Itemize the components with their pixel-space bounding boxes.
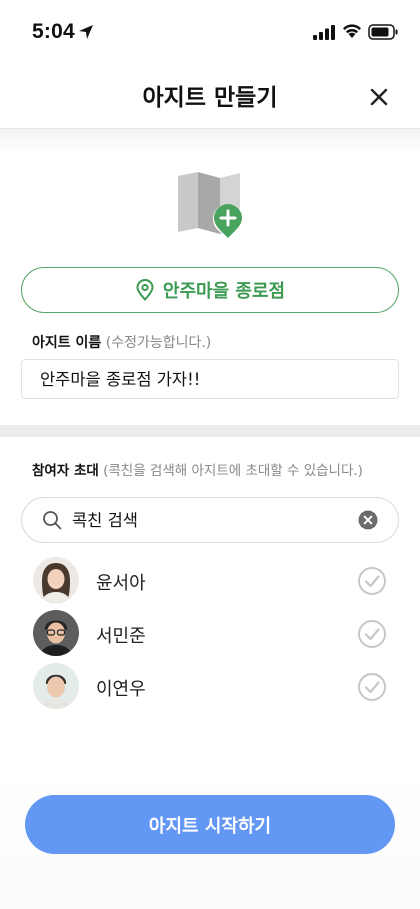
location-pin-icon: [136, 279, 154, 301]
start-hideout-button[interactable]: 아지트 시작하기: [25, 795, 395, 854]
clear-search-icon[interactable]: [358, 510, 378, 530]
friend-name: 윤서아: [96, 573, 146, 594]
cellular-signal-icon: [313, 25, 335, 40]
add-photo-button[interactable]: [176, 170, 246, 242]
name-input[interactable]: [22, 360, 380, 396]
invite-label: 참여자 초대 (콕친을 검색해 아지트에 초대할 수 있습니다.): [32, 459, 363, 479]
avatar: [33, 610, 79, 656]
close-icon[interactable]: [364, 82, 394, 112]
location-arrow-icon: [79, 25, 93, 39]
location-button[interactable]: 안주마을 종로점: [21, 267, 399, 313]
header: 아지트 만들기: [0, 64, 420, 129]
friend-search-box[interactable]: [21, 497, 399, 543]
page-title: 아지트 만들기: [142, 85, 278, 111]
friend-name: 서민준: [96, 626, 146, 647]
name-label-title: 아지트 이름: [32, 335, 102, 351]
name-field[interactable]: [21, 359, 399, 399]
name-label: 아지트 이름 (수정가능합니다.): [32, 332, 211, 352]
friend-row[interactable]: 윤서아: [0, 557, 420, 605]
wifi-icon: [343, 24, 361, 38]
friend-row[interactable]: 이연우: [0, 663, 420, 711]
name-label-hint: (수정가능합니다.): [105, 335, 212, 351]
checkmark-circle-icon[interactable]: [357, 566, 387, 596]
avatar: [33, 557, 79, 603]
status-bar: 5:04: [0, 0, 420, 64]
friend-row[interactable]: 서민준: [0, 610, 420, 658]
status-time: 5:04: [32, 20, 75, 43]
battery-icon: [368, 24, 398, 40]
search-input[interactable]: [72, 504, 352, 534]
search-icon: [43, 511, 62, 530]
friend-name: 이연우: [96, 679, 146, 700]
invite-label-title: 참여자 초대: [32, 463, 99, 479]
section-divider: [0, 425, 420, 437]
checkmark-circle-icon[interactable]: [357, 672, 387, 702]
checkmark-circle-icon[interactable]: [357, 619, 387, 649]
location-label: 안주마을 종로점: [162, 281, 286, 302]
invite-label-hint: (콕친을 검색해 아지트에 초대할 수 있습니다.): [103, 463, 363, 479]
avatar: [33, 663, 79, 709]
